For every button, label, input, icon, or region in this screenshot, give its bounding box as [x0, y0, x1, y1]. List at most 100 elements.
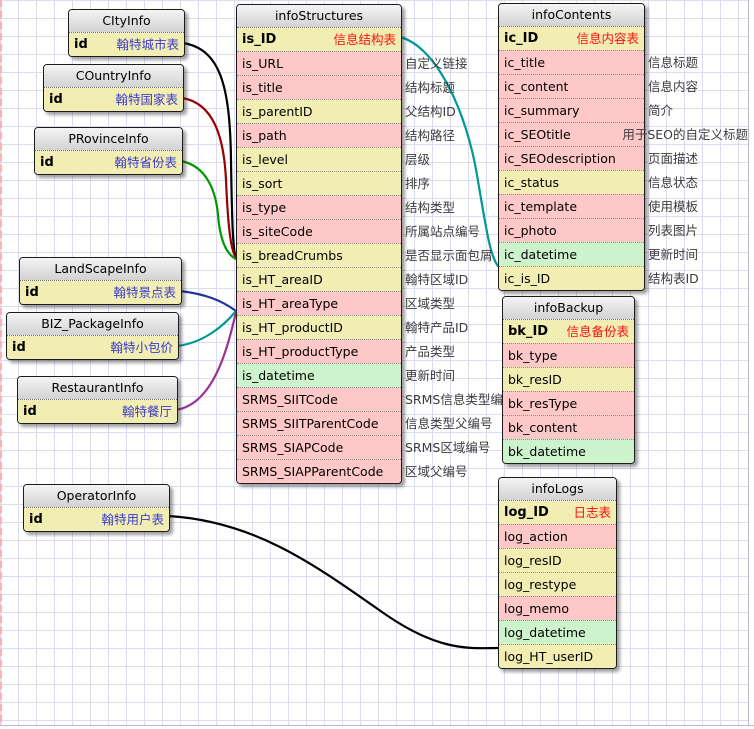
er-diagram-canvas[interactable]: CItyInfoid翰特城市表 COuntryInfoid翰特国家表 PRovinc… — [0, 0, 754, 729]
field-row-log_restype[interactable]: log_restype — [499, 572, 616, 596]
table-comment-label: 翰特景点表 — [109, 281, 181, 304]
field-row-ic_SEOtitle[interactable]: ic_SEOtitle用于SEO的自定义标题 — [499, 122, 644, 146]
field-row-is_sort[interactable]: is_sort排序 — [237, 171, 401, 195]
field-row-ic_status[interactable]: ic_status信息状态 — [499, 170, 644, 194]
field-comment-label: 信息标题 — [648, 51, 698, 74]
relationship-OperatorInfo-infoLogs[interactable] — [168, 516, 498, 648]
field-name: id — [12, 336, 26, 359]
field-row-log_datetime[interactable]: log_datetime — [499, 620, 616, 644]
table-infoLogs[interactable]: infoLogslog_ID日志表log_actionlog_resIDlog_… — [498, 477, 617, 669]
field-row-log_action[interactable]: log_action — [499, 524, 616, 548]
field-row-log_ID[interactable]: log_ID日志表 — [499, 501, 616, 524]
field-name: id — [25, 281, 39, 304]
table-title-infoStructures[interactable]: infoStructures — [237, 5, 401, 28]
table-CItyInfo[interactable]: CItyInfoid翰特城市表 — [68, 9, 185, 57]
field-row-bk_ID[interactable]: bk_ID信息备份表 — [503, 320, 634, 343]
table-RestaurantInfo[interactable]: RestaurantInfoid翰特餐厅 — [17, 376, 178, 424]
relationship-BIZ_PackageInfo-infoStructures[interactable] — [177, 311, 236, 346]
table-COuntryInfo[interactable]: COuntryInfoid翰特国家表 — [43, 64, 184, 112]
field-row-is_path[interactable]: is_path结构路径 — [237, 123, 401, 147]
field-row-id[interactable]: id 翰特景点表 — [20, 281, 181, 304]
table-title-infoLogs[interactable]: infoLogs — [499, 478, 616, 501]
field-row-bk_resID[interactable]: bk_resID — [503, 367, 634, 391]
field-row-SRMS_SIAPCode[interactable]: SRMS_SIAPCodeSRMS区域编号 — [237, 435, 401, 459]
field-row-is_HT_areaID[interactable]: is_HT_areaID翰特区域ID — [237, 267, 401, 291]
table-infoContents[interactable]: infoContentsic_ID信息内容表ic_title信息标题ic_con… — [498, 3, 645, 291]
field-name: log_ID — [504, 501, 549, 524]
table-PRovinceInfo[interactable]: PRovinceInfoid翰特省份表 — [34, 127, 183, 175]
field-row-bk_content[interactable]: bk_content — [503, 415, 634, 439]
field-row-id[interactable]: id翰特城市表 — [69, 33, 184, 56]
table-title-BIZ_PackageInfo[interactable]: BIZ_PackageInfo — [7, 313, 178, 336]
field-row-id[interactable]: id翰特用户表 — [24, 508, 169, 531]
table-title-CItyInfo[interactable]: CItyInfo — [69, 10, 184, 33]
field-row-id[interactable]: id翰特小包价 — [7, 336, 178, 359]
table-LandScapeInfo[interactable]: LandScapeInfoid 翰特景点表 — [19, 257, 182, 305]
field-comment-label: 所属站点编号 — [405, 220, 480, 243]
field-row-is_HT_areaType[interactable]: is_HT_areaType区域类型 — [237, 291, 401, 315]
table-BIZ_PackageInfo[interactable]: BIZ_PackageInfoid翰特小包价 — [6, 312, 179, 360]
field-row-ic_content[interactable]: ic_content信息内容 — [499, 74, 644, 98]
field-name: bk_resID — [508, 368, 562, 391]
field-row-is_parentID[interactable]: is_parentID父结构ID — [237, 99, 401, 123]
field-name: ic_title — [504, 51, 545, 74]
field-row-id[interactable]: id翰特国家表 — [44, 88, 183, 111]
field-row-is_level[interactable]: is_level层级 — [237, 147, 401, 171]
field-name: SRMS_SIAPCode — [242, 436, 343, 459]
field-name: SRMS_SIITCode — [242, 388, 338, 411]
field-row-id[interactable]: id翰特餐厅 — [18, 400, 177, 423]
table-infoStructures[interactable]: infoStructuresis_ID信息结构表is_URL自定义链接is_ti… — [236, 4, 402, 484]
field-name: ic_ID — [504, 27, 538, 50]
field-row-ic_datetime[interactable]: ic_datetime更新时间 — [499, 242, 644, 266]
field-row-SRMS_SIITCode[interactable]: SRMS_SIITCodeSRMS信息类型编号 — [237, 387, 401, 411]
field-row-bk_resType[interactable]: bk_resType — [503, 391, 634, 415]
table-title-COuntryInfo[interactable]: COuntryInfo — [44, 65, 183, 88]
field-row-ic_ID[interactable]: ic_ID信息内容表 — [499, 27, 644, 50]
field-row-is_type[interactable]: is_type结构类型 — [237, 195, 401, 219]
table-title-PRovinceInfo[interactable]: PRovinceInfo — [35, 128, 182, 151]
field-row-ic_template[interactable]: ic_template使用模板 — [499, 194, 644, 218]
field-row-log_memo[interactable]: log_memo — [499, 596, 616, 620]
field-row-is_URL[interactable]: is_URL自定义链接 — [237, 51, 401, 75]
field-comment-label: 信息状态 — [648, 171, 698, 194]
page-boundary-line — [0, 0, 2, 729]
field-row-log_HT_userID[interactable]: log_HT_userID — [499, 644, 616, 668]
table-title-OperatorInfo[interactable]: OperatorInfo — [24, 485, 169, 508]
field-row-ic_photo[interactable]: ic_photo列表图片 — [499, 218, 644, 242]
field-row-ic_summary[interactable]: ic_summary简介 — [499, 98, 644, 122]
field-row-is_datetime[interactable]: is_datetime更新时间 — [237, 363, 401, 387]
table-title-LandScapeInfo[interactable]: LandScapeInfo — [20, 258, 181, 281]
relationship-COuntryInfo-infoStructures[interactable] — [182, 98, 236, 258]
field-row-is_breadCrumbs[interactable]: is_breadCrumbs是否显示面包屑 — [237, 243, 401, 267]
field-row-SRMS_SIITParentCode[interactable]: SRMS_SIITParentCode信息类型父编号 — [237, 411, 401, 435]
field-row-SRMS_SIAPParentCode[interactable]: SRMS_SIAPParentCode区域父编号 — [237, 459, 401, 483]
field-name: log_HT_userID — [504, 645, 593, 668]
field-row-is_ID[interactable]: is_ID信息结构表 — [237, 28, 401, 51]
field-comment-label: 简介 — [648, 99, 673, 122]
table-title-infoContents[interactable]: infoContents — [499, 4, 644, 27]
field-row-ic_is_ID[interactable]: ic_is_ID结构表ID — [499, 266, 644, 290]
table-title-infoBackup[interactable]: infoBackup — [503, 297, 634, 320]
field-row-bk_datetime[interactable]: bk_datetime — [503, 439, 634, 463]
field-name: is_ID — [242, 28, 276, 51]
field-name: is_path — [242, 124, 287, 147]
field-comment-label: 结构类型 — [405, 196, 455, 219]
relationship-RestaurantInfo-infoStructures[interactable] — [176, 312, 236, 410]
field-name: ic_content — [504, 75, 568, 98]
field-row-log_resID[interactable]: log_resID — [499, 548, 616, 572]
field-comment-label: 结构标题 — [405, 76, 455, 99]
field-row-is_HT_productType[interactable]: is_HT_productType产品类型 — [237, 339, 401, 363]
table-OperatorInfo[interactable]: OperatorInfoid翰特用户表 — [23, 484, 170, 532]
field-row-is_HT_productID[interactable]: is_HT_productID翰特产品ID — [237, 315, 401, 339]
field-row-ic_SEOdescription[interactable]: ic_SEOdescription页面描述 — [499, 146, 644, 170]
field-row-is_title[interactable]: is_title结构标题 — [237, 75, 401, 99]
table-infoBackup[interactable]: infoBackupbk_ID信息备份表bk_typebk_resIDbk_re… — [502, 296, 635, 464]
field-name: ic_SEOdescription — [504, 147, 616, 170]
field-row-bk_type[interactable]: bk_type — [503, 343, 634, 367]
relationship-LandScapeInfo-infoStructures[interactable] — [180, 291, 236, 311]
table-title-RestaurantInfo[interactable]: RestaurantInfo — [18, 377, 177, 400]
field-row-ic_title[interactable]: ic_title信息标题 — [499, 50, 644, 74]
field-row-id[interactable]: id翰特省份表 — [35, 151, 182, 174]
field-name: is_HT_areaType — [242, 292, 338, 315]
field-row-is_siteCode[interactable]: is_siteCode所属站点编号 — [237, 219, 401, 243]
